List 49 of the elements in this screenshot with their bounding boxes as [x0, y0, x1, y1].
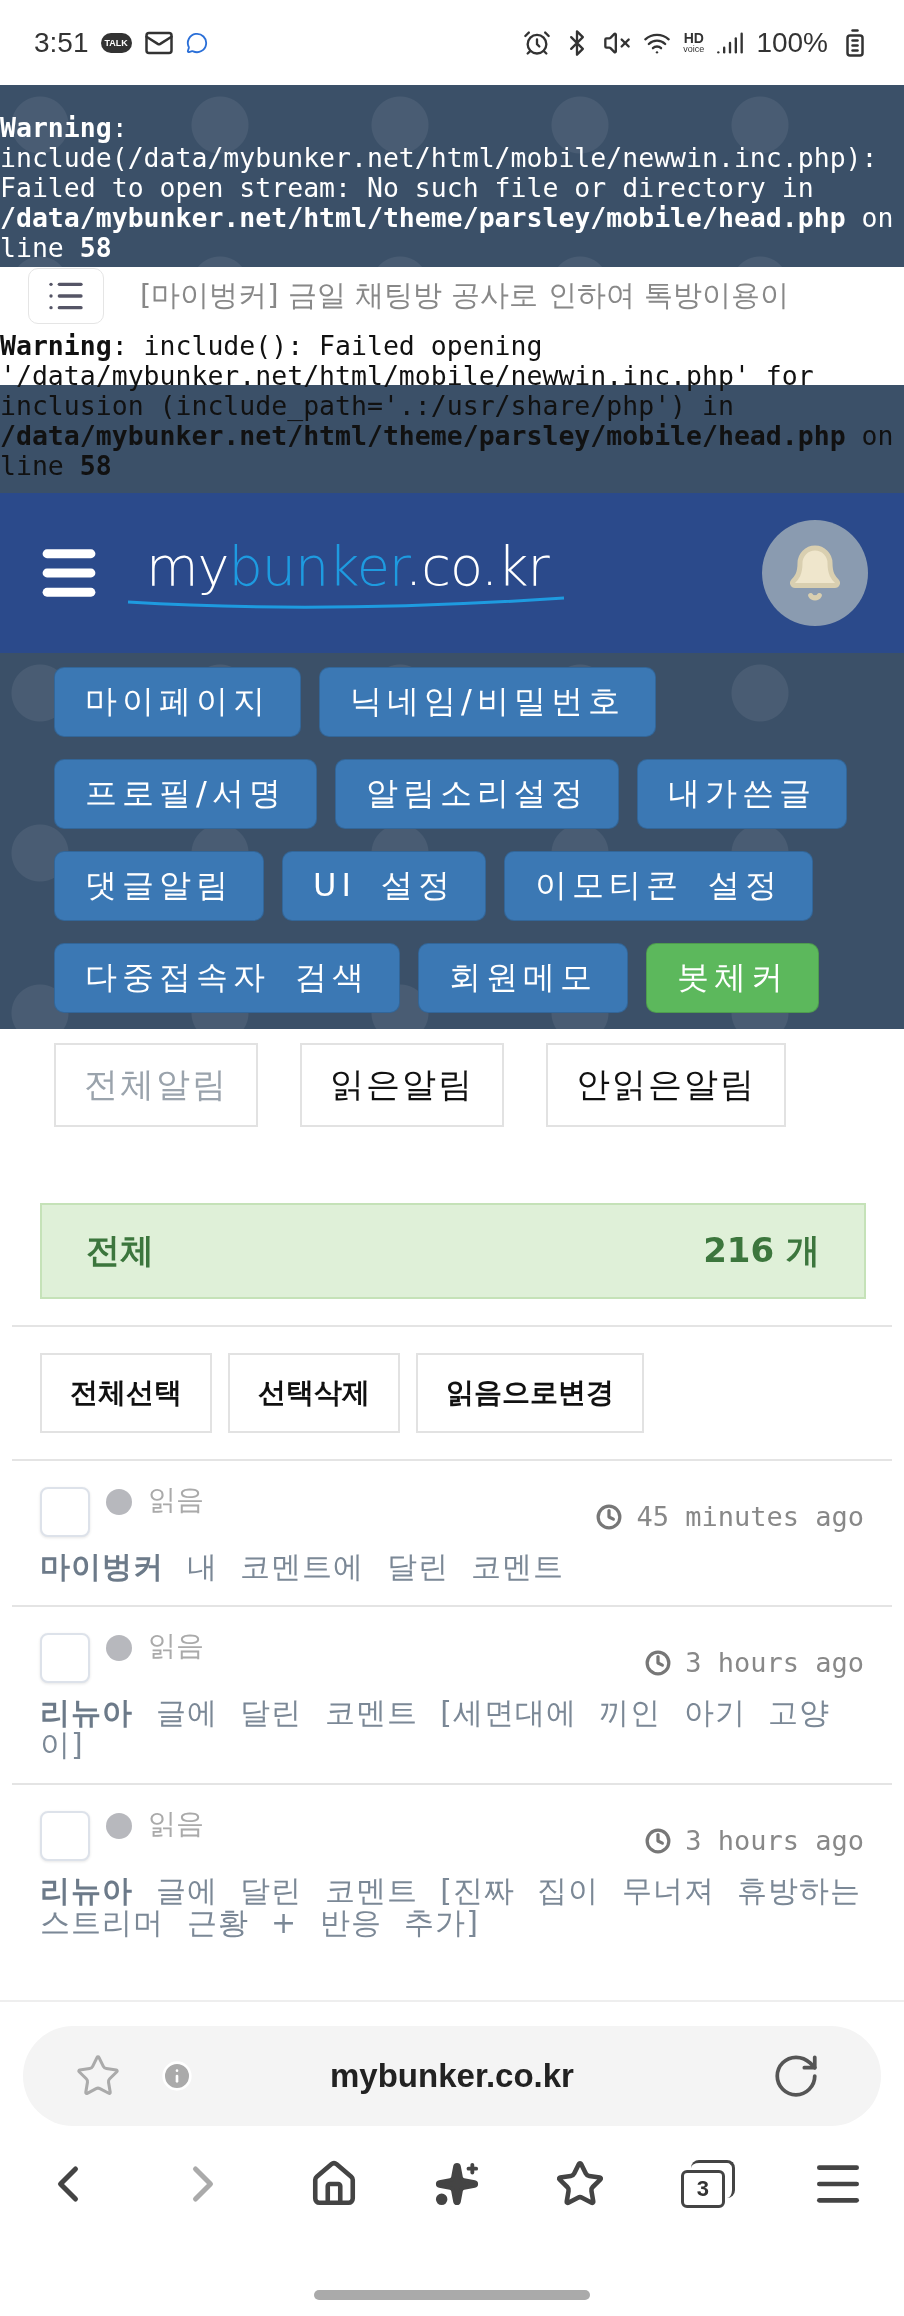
battery-percent: 100%: [756, 26, 828, 59]
notification-text[interactable]: 마이벙커 내 코멘트에 달린 코멘트: [40, 1551, 864, 1583]
summary-label: 전체: [86, 1229, 154, 1272]
notification-text[interactable]: 리뉴아 글에 달린 코멘트 [세면대에 끼인 아기 고양이]: [40, 1697, 864, 1761]
url-text: mybunker.co.kr: [329, 2057, 575, 2095]
status-time: 3:51: [34, 26, 89, 59]
swoosh-icon: [126, 595, 566, 612]
time-ago: 3 hours ago: [685, 1825, 864, 1856]
checkbox[interactable]: [40, 1633, 90, 1683]
notification-text[interactable]: 리뉴아 글에 달린 코멘트 [진짜 집이 무너져 휴방하는 스트리머 근황 + 반응 추가]: [40, 1875, 864, 1939]
menu-button[interactable]: 프로필/서명: [54, 759, 317, 829]
menu-button[interactable]: 봇체커: [646, 943, 820, 1013]
read-status: 읽음: [148, 1806, 204, 1842]
message-icon: [185, 31, 208, 54]
checkbox[interactable]: [40, 1487, 90, 1537]
filter-tab[interactable]: 전체알림: [54, 1043, 258, 1127]
checkbox[interactable]: [40, 1811, 90, 1861]
menu-button[interactable]: 다중접속자 검색: [54, 943, 401, 1013]
menu-button[interactable]: [28, 268, 104, 324]
menu-button[interactable]: 마이페이지: [54, 667, 301, 737]
action-button[interactable]: 전체선택: [40, 1353, 212, 1433]
site-logo[interactable]: mybunker.co.kr: [146, 534, 549, 598]
address-bar[interactable]: mybunker.co.kr: [23, 2026, 881, 2126]
time-ago: 3 hours ago: [685, 1647, 864, 1678]
menu-button[interactable]: 댓글알림: [54, 851, 264, 921]
voice-label: voice: [683, 45, 705, 54]
action-button[interactable]: 읽음으로변경: [416, 1353, 644, 1433]
read-status: 읽음: [148, 1482, 204, 1518]
time-ago: 45 minutes ago: [636, 1501, 864, 1532]
clock-icon: [596, 1503, 623, 1530]
warning-message: Warning: include(/data/mybunker.net/html/mobile/newwin.inc.php): Failed to open stream: No such file or directory in /data/mybunker.net/html/theme/parsley/mobile/head.php on line 58: [0, 85, 904, 267]
hd-label: HD: [683, 31, 704, 45]
chat-badge: TALK: [100, 32, 132, 53]
menu-button[interactable]: UI 설정: [282, 851, 487, 921]
sparkle-icon[interactable]: [433, 2161, 480, 2207]
menu-button[interactable]: 내가쓴글: [636, 759, 847, 829]
clock-icon: [645, 1649, 672, 1676]
menu-button[interactable]: 알림소리설정: [334, 759, 619, 829]
menu-button[interactable]: 닉네임/비밀번호: [319, 667, 656, 737]
notice-text: [마이벙커] 금일 채팅방 공사로 인하여 톡방이용이: [140, 277, 789, 314]
clock-icon: [645, 1827, 672, 1854]
alarm-icon: [523, 28, 552, 57]
action-button[interactable]: 선택삭제: [228, 1353, 400, 1433]
menu-button[interactable]: 회원메모: [418, 943, 629, 1013]
filter-tab[interactable]: 안읽은알림: [546, 1043, 786, 1127]
read-status: 읽음: [148, 1628, 204, 1664]
filter-tab[interactable]: 읽은알림: [300, 1043, 504, 1127]
summary-count: 216 개: [703, 1229, 820, 1272]
menu-button[interactable]: 이모티콘 설정: [504, 851, 814, 921]
